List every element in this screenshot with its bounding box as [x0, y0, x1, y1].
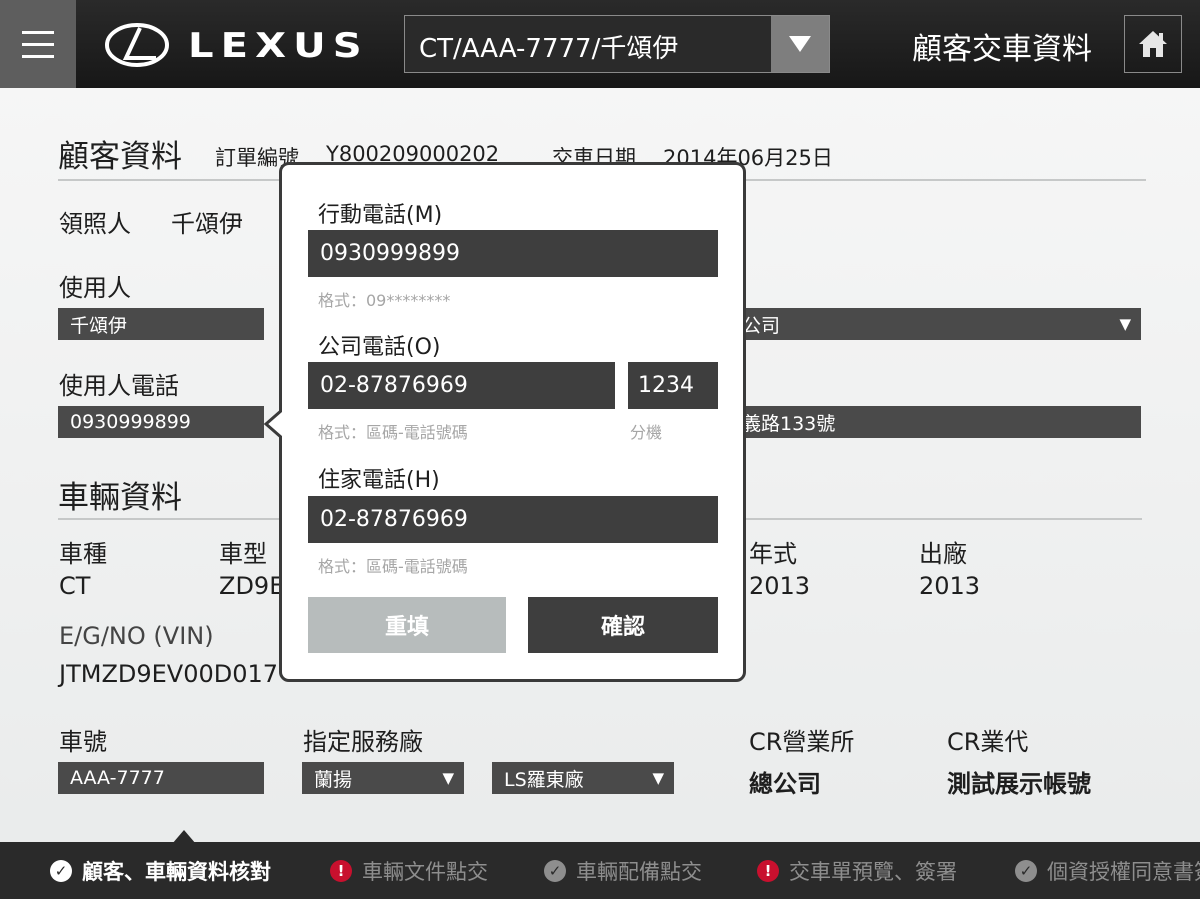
- home-phone-label: 住家電話(H): [318, 468, 440, 493]
- plate-label: 車號: [59, 728, 107, 756]
- dropdown-arrow-icon: ▼: [652, 769, 664, 787]
- model-year-value: 2013: [749, 572, 811, 600]
- check-circle-icon: ✓: [1015, 859, 1037, 882]
- plate-field[interactable]: AAA-7777: [58, 762, 264, 794]
- mobile-phone-hint: 格式：09********: [318, 291, 451, 310]
- step-equipment-handover[interactable]: ✓ 車輛配備點交: [544, 842, 702, 899]
- step-customer-vehicle-check[interactable]: ✓ 顧客、車輛資料核對: [50, 842, 271, 899]
- user-label: 使用人: [59, 274, 131, 302]
- cr-office-value: 總公司: [749, 770, 821, 798]
- service-factory-label: 指定服務廠: [303, 728, 423, 756]
- top-bar: LEXUS CT/AAA-7777/千頌伊 顧客交車資料: [0, 0, 1200, 88]
- address-field[interactable]: 義路133號: [730, 406, 1141, 438]
- cr-office-label: CR營業所: [749, 728, 855, 756]
- vehicle-selector-toggle[interactable]: [771, 16, 829, 72]
- confirm-button-label: 確認: [600, 615, 645, 640]
- popup-pointer: [263, 408, 286, 440]
- home-icon: [1139, 31, 1167, 57]
- vin-label: E/G/NO (VIN): [59, 622, 214, 650]
- user-phone-value: 0930999899: [70, 411, 191, 433]
- service-factory-value: LS羅東廠: [504, 768, 584, 791]
- service-factory-select[interactable]: LS羅東廠 ▼: [492, 762, 674, 794]
- page-title: 顧客交車資料: [912, 32, 1092, 67]
- user-phone-label: 使用人電話: [59, 372, 179, 400]
- step-privacy-consent[interactable]: ✓ 個資授權同意書簽: [1015, 842, 1200, 899]
- user-phone-field[interactable]: 0930999899: [58, 406, 264, 438]
- licensee-value: 千頌伊: [171, 210, 243, 238]
- warning-icon: !: [757, 859, 779, 882]
- address-field-value: 義路133號: [742, 412, 836, 435]
- step-label: 交車單預覽、簽署: [789, 859, 957, 884]
- car-model-label: 車型: [219, 540, 267, 568]
- step-preview-sign[interactable]: ! 交車單預覽、簽署: [757, 842, 957, 899]
- phone-popup: 行動電話(M) 0930999899 格式：09******** 公司電話(O)…: [279, 162, 746, 682]
- step-label: 顧客、車輛資料核對: [82, 859, 271, 884]
- factory-year-value: 2013: [919, 572, 981, 600]
- step-label: 車輛文件點交: [362, 859, 488, 884]
- home-phone-hint: 格式：區碼-電話號碼: [318, 557, 468, 576]
- company-select[interactable]: 公司 ▼: [730, 308, 1141, 340]
- vehicle-selector[interactable]: CT/AAA-7777/千頌伊: [404, 15, 830, 73]
- logo-wordmark: LEXUS: [188, 26, 369, 66]
- office-phone-value: 02-87876969: [320, 373, 468, 398]
- car-kind-value: CT: [59, 572, 91, 600]
- service-region-value: 蘭揚: [314, 768, 353, 791]
- reset-button[interactable]: 重填: [308, 597, 506, 653]
- office-ext-hint: 分機: [630, 423, 663, 442]
- office-ext-value: 1234: [638, 373, 694, 398]
- home-phone-value: 02-87876969: [320, 507, 468, 532]
- car-model-value: ZD9E: [219, 572, 285, 600]
- mobile-phone-value: 0930999899: [320, 241, 460, 266]
- step-bar: ✓ 顧客、車輛資料核對 ! 車輛文件點交 ✓ 車輛配備點交 ! 交車單預覽、簽署…: [0, 842, 1200, 899]
- office-phone-label: 公司電話(O): [318, 335, 441, 360]
- menu-icon-line: [22, 54, 54, 58]
- office-phone-hint: 格式：區碼-電話號碼: [318, 423, 468, 442]
- step-document-handover[interactable]: ! 車輛文件點交: [330, 842, 488, 899]
- vin-value: JTMZD9EV00D017: [59, 660, 279, 688]
- reset-button-label: 重填: [384, 615, 429, 640]
- service-region-select[interactable]: 蘭揚 ▼: [302, 762, 464, 794]
- lexus-logo-icon: [105, 23, 169, 67]
- check-circle-icon: ✓: [50, 859, 72, 882]
- car-kind-label: 車種: [59, 540, 107, 568]
- user-field[interactable]: 千頌伊: [58, 308, 264, 340]
- menu-icon-line: [22, 30, 54, 34]
- dropdown-arrow-icon: [789, 36, 811, 52]
- office-phone-input[interactable]: 02-87876969: [308, 362, 615, 409]
- step-label: 車輛配備點交: [576, 859, 702, 884]
- office-ext-input[interactable]: 1234: [628, 362, 718, 409]
- check-circle-icon: ✓: [544, 859, 566, 882]
- menu-icon-line: [22, 42, 54, 46]
- step-label: 個資授權同意書簽: [1047, 859, 1200, 884]
- licensee-label: 領照人: [59, 210, 131, 238]
- menu-button[interactable]: [0, 0, 76, 88]
- factory-year-label: 出廠: [919, 540, 967, 568]
- lexus-logo: LEXUS: [104, 22, 374, 68]
- vehicle-section-title: 車輛資料: [58, 480, 182, 516]
- cr-agent-value: 測試展示帳號: [947, 770, 1091, 798]
- confirm-button[interactable]: 確認: [528, 597, 718, 653]
- customer-section-title: 顧客資料: [58, 139, 182, 175]
- model-year-label: 年式: [749, 540, 797, 568]
- dropdown-arrow-icon: ▼: [1119, 315, 1131, 333]
- mobile-phone-input[interactable]: 0930999899: [308, 230, 718, 277]
- mobile-phone-label: 行動電話(M): [318, 203, 443, 228]
- home-phone-input[interactable]: 02-87876969: [308, 496, 718, 543]
- plate-field-value: AAA-7777: [70, 767, 165, 789]
- warning-icon: !: [330, 859, 352, 882]
- vehicle-selector-value: CT/AAA-7777/千頌伊: [419, 34, 679, 64]
- cr-agent-label: CR業代: [947, 728, 1029, 756]
- user-field-value: 千頌伊: [70, 314, 128, 337]
- dropdown-arrow-icon: ▼: [442, 769, 454, 787]
- company-select-value: 公司: [742, 314, 781, 337]
- home-button[interactable]: [1124, 15, 1182, 73]
